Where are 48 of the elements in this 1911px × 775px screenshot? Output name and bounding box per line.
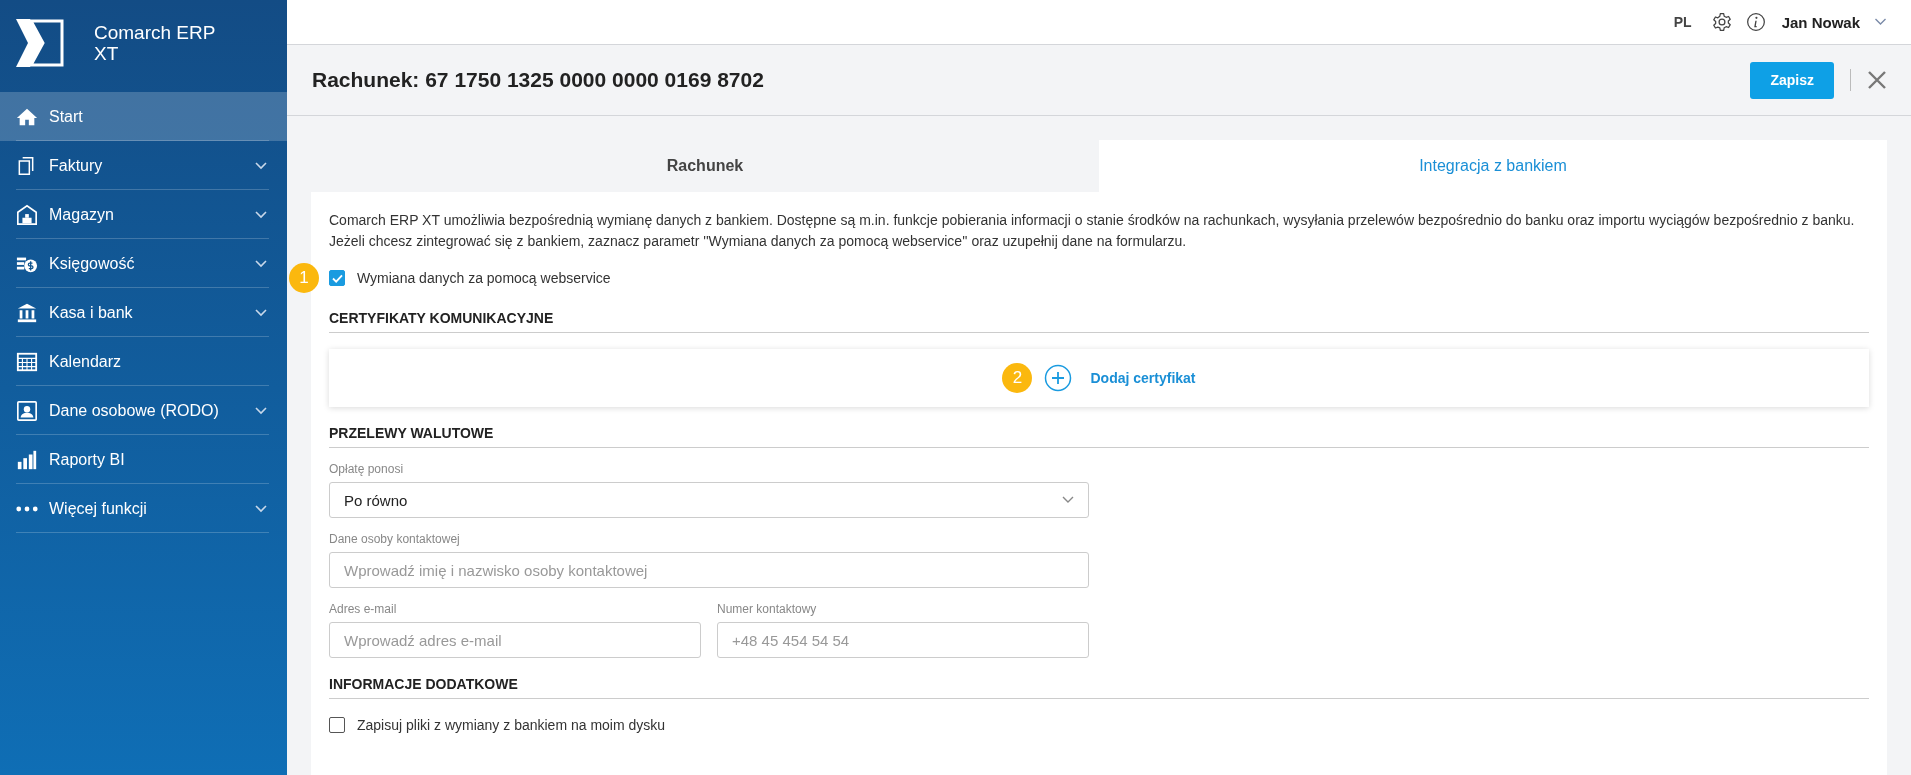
section-heading: PRZELEWY WALUTOWE [329,425,1869,448]
user-name[interactable]: Jan Nowak [1781,13,1860,31]
checkbox[interactable] [329,270,345,286]
section-heading: CERTYFIKATY KOMUNIKACYJNE [329,310,1869,333]
info-icon[interactable] [1745,12,1766,32]
step-badge: 2 [1002,363,1033,393]
person-card-icon [16,399,38,422]
field-label: Opłatę ponosi [329,462,405,476]
tab[interactable]: Integracja z bankiem [1099,140,1887,192]
sidebar-item[interactable]: Kasa i bank [0,288,287,337]
contact-name-field[interactable]: Wprowadź imię i nazwisko osoby kontaktowej [329,552,1089,588]
section-heading: INFORMACJE DODATKOWE [329,676,1869,699]
app-name: Comarch ERP XT [94,22,216,64]
intro-text: Comarch ERP XT umożliwia bezpośrednią wymianę danych z bankiem. Dostępne są m.in. funkcje pobierania informacji o stanie środków na rachunkach, wysyłania przelewów bezpośrednio do banku oraz importu wyciągów bezpośrednio z banku. Jeżeli chcesz zintegrować się z bankiem, zaznacz parametr ''Wymiana danych za pomocą webservice'' oraz uzupełnij dane na formularzu. [329,211,1856,251]
sidebar-item[interactable]: Faktury [0,141,287,190]
add-certificate-link[interactable]: Dodaj certyfikat [1090,370,1196,386]
add-icon[interactable] [1044,364,1073,392]
email-field[interactable]: Wprowadź adres e-mail [329,622,701,658]
more-icon [16,504,38,513]
bank-icon [16,301,38,324]
chevron-down-icon [1062,496,1074,504]
fee-dropdown[interactable]: Po równo [329,482,1089,518]
checkbox[interactable] [329,717,345,733]
checkbox-label: Wymiana danych za pomocą webservice [357,270,611,286]
calendar-icon [16,350,38,373]
sidebar-item[interactable]: Księgowość [0,239,287,288]
sidebar-item[interactable]: Kalendarz [0,337,287,386]
sidebar-item[interactable]: Raporty BI [0,435,287,484]
sidebar-item[interactable]: Start [0,92,287,141]
close-icon[interactable] [1867,70,1887,90]
bar-chart-icon [16,448,38,471]
sidebar-item[interactable]: Dane osobowe (RODO) [0,386,287,435]
field-label: Dane osoby kontaktowej [329,532,461,546]
field-label: Adres e-mail [329,602,398,616]
settings-icon[interactable] [1711,12,1732,32]
tab[interactable]: Rachunek [311,140,1099,192]
warehouse-icon [16,203,38,226]
field-label: Numer kontaktowy [717,602,818,616]
checkbox-label: Zapisuj pliki z wymiany z bankiem na moim dysku [357,717,666,733]
documents-icon [16,154,36,177]
phone-field[interactable]: +48 45 454 54 54 [717,622,1089,658]
step-badge: 1 [289,263,319,293]
logo-icon [16,19,64,67]
sidebar-item[interactable]: Więcej funkcji [0,484,287,533]
language-code[interactable]: PL [1673,14,1692,30]
chevron-down-icon[interactable] [1874,18,1887,26]
page-title: Rachunek: 67 1750 1325 0000 0000 0169 8702 [312,68,765,92]
sidebar-item[interactable]: Magazyn [0,190,287,239]
